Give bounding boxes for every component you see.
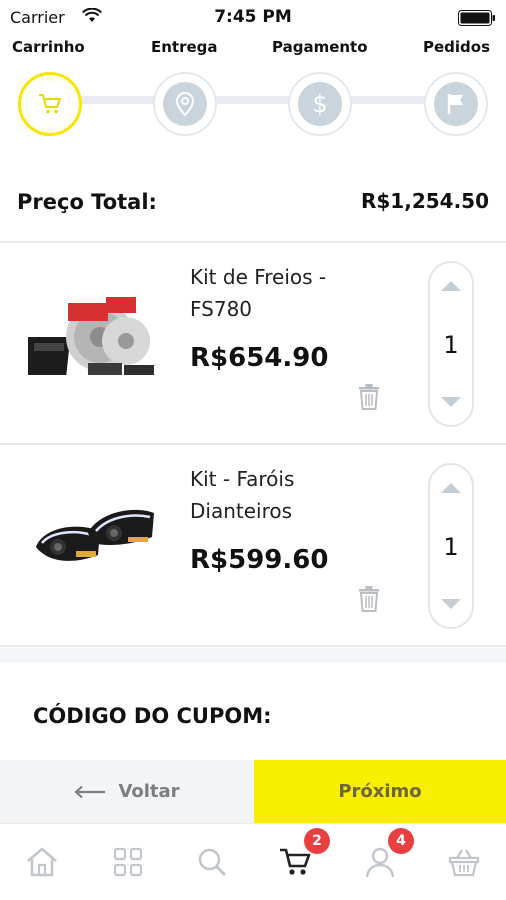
step-label-pedidos: Pedidos [423, 38, 491, 56]
increment-arrow-icon[interactable] [441, 281, 461, 291]
item-name: Kit - Faróis Dianteiros [190, 467, 295, 523]
step-orders[interactable] [424, 72, 488, 136]
status-time: 7:45 PM [214, 7, 292, 27]
status-bar: Carrier 7:45 PM [0, 0, 506, 34]
basket-icon [448, 849, 480, 877]
tab-home[interactable] [22, 842, 62, 882]
tab-bar: 2 4 [0, 823, 506, 900]
step-label-pagamento: Pagamento [272, 38, 368, 56]
total-label: Preço Total: [17, 190, 157, 214]
location-pin-icon [175, 91, 195, 117]
decrement-arrow-icon[interactable] [441, 599, 461, 609]
trash-icon[interactable] [357, 585, 381, 613]
tab-profile[interactable]: 4 [360, 828, 414, 882]
decrement-arrow-icon[interactable] [441, 397, 461, 407]
item-price: R$654.90 [190, 343, 329, 373]
cart-badge: 2 [304, 828, 330, 854]
search-icon [198, 848, 226, 876]
tab-categories[interactable] [108, 842, 148, 882]
quantity-stepper[interactable]: 1 [428, 463, 474, 629]
grid-icon [113, 847, 143, 877]
back-button-label: Voltar [118, 781, 180, 802]
home-icon [27, 847, 57, 877]
step-progress-track [50, 96, 450, 104]
arrow-left-icon [74, 785, 106, 798]
step-delivery[interactable] [153, 72, 217, 136]
increment-arrow-icon[interactable] [441, 483, 461, 493]
step-label-entrega: Entrega [151, 38, 218, 56]
divider [0, 645, 506, 647]
tab-search[interactable] [192, 842, 232, 882]
next-button-label: Próximo [338, 781, 422, 802]
back-button[interactable]: Voltar [0, 760, 254, 823]
battery-icon [458, 10, 495, 26]
quantity-value: 1 [443, 533, 459, 561]
section-separator [0, 648, 506, 662]
flag-icon [447, 94, 463, 114]
tab-orders[interactable] [444, 842, 484, 882]
step-payment[interactable]: $ [288, 72, 352, 136]
item-price: R$599.60 [190, 545, 329, 575]
next-button[interactable]: Próximo [254, 760, 506, 823]
step-cart[interactable] [18, 72, 82, 136]
cart-icon [39, 94, 61, 114]
cart-item: Kit - Faróis Dianteiros R$599.60 1 [0, 445, 506, 645]
coupon-label: CÓDIGO DO CUPOM: [33, 704, 272, 728]
user-icon [365, 847, 395, 878]
quantity-stepper[interactable]: 1 [428, 261, 474, 427]
cart-item: Kit de Freios - FS780 R$654.90 1 [0, 243, 506, 443]
total-value: R$1,254.50 [360, 189, 489, 213]
dollar-icon: $ [312, 90, 327, 118]
item-name: Kit de Freios - FS780 [190, 265, 327, 321]
headlights-image [36, 509, 154, 561]
tab-cart[interactable]: 2 [276, 828, 330, 882]
step-label-carrinho: Carrinho [12, 38, 85, 56]
profile-badge: 4 [388, 828, 414, 854]
brake-kit-image [28, 297, 154, 375]
trash-icon[interactable] [357, 383, 381, 411]
svg-text:$: $ [312, 90, 327, 118]
quantity-value: 1 [443, 331, 459, 359]
